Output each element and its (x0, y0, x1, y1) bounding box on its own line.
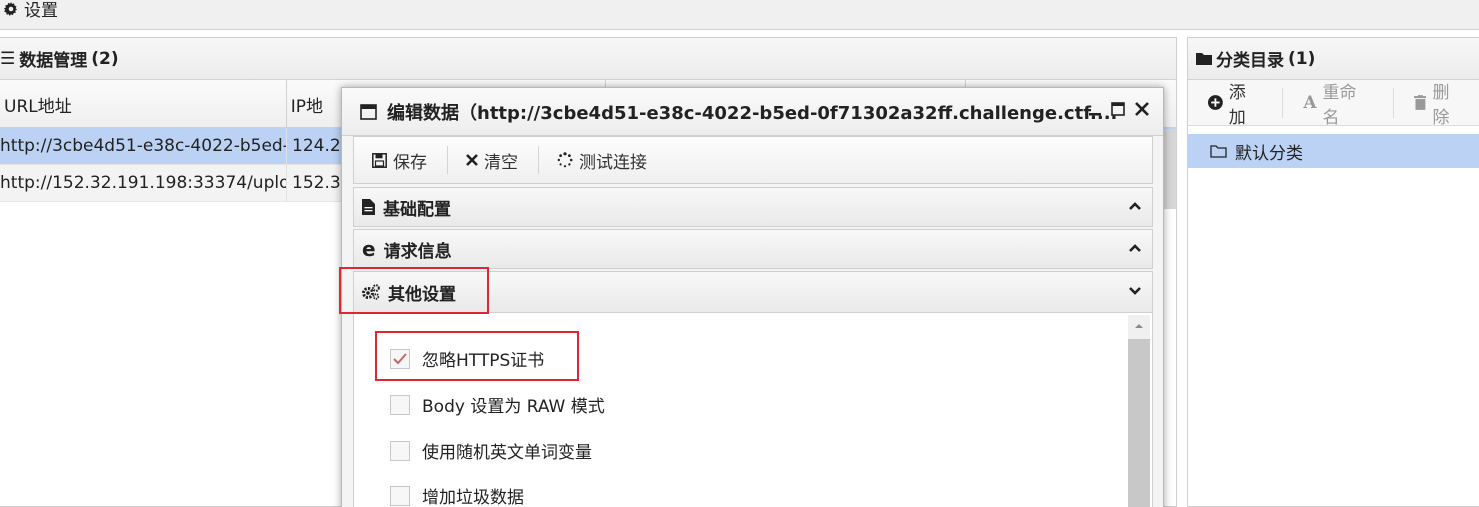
dialog-toolbar: 保存 清空 测试连接 (353, 136, 1153, 184)
dialog-title: 编辑数据（http://3cbe4d51-e38c-4022-b5ed-0f71… (387, 102, 1118, 124)
settings-menu[interactable]: 设置 (4, 0, 58, 21)
category-item-label: 默认分类 (1235, 143, 1303, 164)
chevron-up-icon (1129, 202, 1141, 210)
option-label: 使用随机英文单词变量 (422, 443, 592, 463)
test-connection-button[interactable]: 测试连接 (539, 146, 667, 174)
row-url: http://152.32.191.198:33374/uplo (0, 165, 287, 201)
option-body-raw[interactable]: Body 设置为 RAW 模式 (390, 392, 605, 417)
scroll-up-arrow-icon[interactable] (1128, 319, 1150, 333)
document-icon (362, 199, 375, 215)
data-panel-title: 数据管理 (19, 51, 88, 71)
rename-category-button[interactable]: A 重命名 (1283, 83, 1394, 128)
window-icon (360, 103, 377, 120)
chevron-up-icon (1129, 244, 1141, 252)
settings-bar: 设置 (0, 0, 1479, 30)
clear-label: 清空 (484, 152, 518, 173)
test-connection-label: 测试连接 (579, 152, 647, 173)
delete-category-label: 删除 (1432, 82, 1450, 128)
gear-icon (4, 1, 18, 16)
highlight-box-other-settings (339, 267, 489, 314)
category-panel-count: (1) (1288, 48, 1316, 69)
category-panel: 分类目录 (1) 添加 A 重命名 删除 默认分类 (1187, 37, 1479, 507)
option-label: Body 设置为 RAW 模式 (422, 397, 605, 417)
add-category-button[interactable]: 添加 (1188, 83, 1284, 128)
clear-button[interactable]: 清空 (448, 146, 539, 174)
edge-browser-icon: e (362, 237, 376, 261)
table-scrollbar[interactable] (1162, 129, 1176, 209)
save-label: 保存 (393, 152, 427, 173)
section-basic-config[interactable]: 基础配置 (353, 187, 1153, 227)
category-item-default[interactable]: 默认分类 (1188, 134, 1479, 168)
dialog-window-controls (1089, 102, 1149, 116)
save-button[interactable]: 保存 (354, 146, 448, 174)
category-panel-title: 分类目录 (1216, 51, 1284, 71)
list-icon: ☰ (0, 48, 16, 69)
section-request-info[interactable]: e 请求信息 (353, 229, 1153, 269)
trash-icon (1413, 95, 1427, 110)
close-icon[interactable] (1135, 102, 1149, 116)
delete-category-button[interactable]: 删除 (1394, 83, 1479, 128)
rename-category-label: 重命名 (1322, 82, 1357, 128)
folder-icon (1196, 53, 1212, 65)
option-random-words[interactable]: 使用随机英文单词变量 (390, 438, 592, 463)
data-panel-header: ☰ 数据管理 (2) (0, 38, 1176, 80)
dialog-titlebar[interactable]: 编辑数据（http://3cbe4d51-e38c-4022-b5ed-0f71… (342, 88, 1163, 136)
folder-open-icon (1210, 145, 1227, 158)
highlight-box-ignore-https (375, 331, 579, 381)
column-header-url[interactable]: URL地址 (0, 80, 287, 128)
section-basic-label: 基础配置 (383, 199, 451, 220)
data-panel-count: (2) (91, 48, 119, 69)
add-category-label: 添加 (1228, 82, 1246, 128)
checkbox-junk-data[interactable] (390, 485, 410, 506)
x-icon (466, 154, 478, 166)
settings-label: 设置 (24, 1, 58, 21)
checkbox-body-raw[interactable] (390, 394, 410, 415)
option-junk-data[interactable]: 增加垃圾数据 (390, 483, 524, 507)
scrollbar-thumb[interactable] (1128, 339, 1150, 507)
plus-circle-icon (1208, 95, 1223, 110)
font-icon: A (1303, 92, 1317, 113)
content-scrollbar[interactable] (1128, 315, 1150, 507)
section-request-label: 请求信息 (383, 241, 452, 262)
minimize-icon[interactable] (1089, 102, 1101, 116)
category-panel-header: 分类目录 (1) (1188, 38, 1479, 80)
floppy-disk-icon (372, 152, 387, 168)
spinner-icon (557, 152, 573, 168)
option-label: 增加垃圾数据 (422, 488, 524, 507)
maximize-icon[interactable] (1111, 102, 1125, 116)
row-url: http://3cbe4d51-e38c-4022-b5ed- (0, 128, 287, 164)
category-toolbar: 添加 A 重命名 删除 (1188, 80, 1479, 128)
chevron-down-icon (1129, 287, 1141, 295)
checkbox-random-words[interactable] (390, 440, 410, 461)
